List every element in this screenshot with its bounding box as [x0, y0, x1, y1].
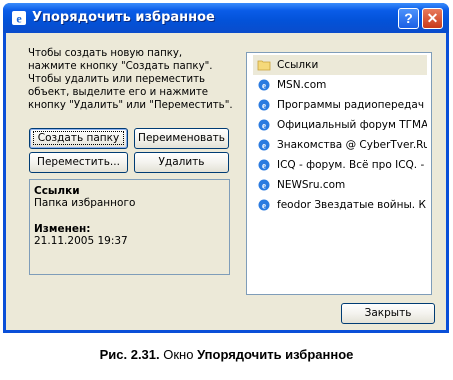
- ie-page-icon: e: [258, 199, 270, 211]
- list-item[interactable]: e Программы радиопередач: [253, 95, 427, 115]
- favorites-app-icon: e: [12, 11, 26, 26]
- instructions-text: Чтобы создать новую папку, нажмите кнопк…: [28, 48, 233, 111]
- list-item[interactable]: e Официальный форум TГМА...: [253, 115, 427, 135]
- caption-title: Упорядочить избранное: [197, 347, 354, 362]
- organize-favorites-window: e Упорядочить избранное ? ✕ Чтобы создат…: [3, 3, 449, 333]
- list-item[interactable]: e ICQ - форум. Всё про ICQ. - ...: [253, 155, 427, 175]
- caption-middle: Окно: [159, 347, 198, 362]
- ie-page-icon: e: [258, 79, 270, 91]
- list-item[interactable]: e NEWSru.com: [253, 175, 427, 195]
- ie-page-icon: e: [258, 119, 270, 131]
- svg-text:e: e: [262, 81, 266, 91]
- svg-text:e: e: [262, 161, 266, 171]
- folder-icon: [257, 60, 271, 71]
- list-item-label: MSN.com: [277, 79, 327, 91]
- help-button[interactable]: ?: [398, 8, 419, 29]
- svg-text:e: e: [262, 101, 266, 111]
- svg-text:e: e: [16, 12, 22, 26]
- window-title: Упорядочить избранное: [32, 10, 215, 25]
- figure-caption: Рис. 2.31. Окно Упорядочить избранное: [0, 347, 453, 362]
- create-folder-button[interactable]: Создать папку: [29, 128, 128, 149]
- list-item[interactable]: e feodor Звездатые войны. К...: [253, 195, 427, 215]
- list-item-label: Ссылки: [277, 59, 319, 71]
- dialog-client-area: Чтобы создать новую папку, нажмите кнопк…: [6, 33, 446, 330]
- ie-page-icon: e: [258, 139, 270, 151]
- close-button[interactable]: Закрыть: [341, 303, 435, 324]
- list-item-links-folder[interactable]: Ссылки: [253, 55, 427, 75]
- item-info-panel: Ссылки Папка избранного Изменен: 21.11.2…: [29, 179, 230, 275]
- list-item-label: Программы радиопередач: [277, 99, 425, 111]
- rename-button[interactable]: Переименовать: [134, 128, 229, 149]
- ie-page-icon: e: [258, 179, 270, 191]
- svg-text:e: e: [262, 141, 266, 151]
- caption-prefix: Рис. 2.31.: [99, 347, 160, 362]
- svg-text:e: e: [262, 121, 266, 131]
- item-type: Папка избранного: [34, 197, 136, 209]
- list-item-label: ICQ - форум. Всё про ICQ. - ...: [277, 159, 427, 171]
- item-name: Ссылки: [34, 185, 80, 197]
- list-item-label: Знакомства @ CyberTver.Ru: [277, 139, 427, 151]
- svg-text:e: e: [262, 201, 266, 211]
- modified-label: Изменен:: [34, 223, 91, 235]
- create-folder-label: Создать папку: [32, 131, 125, 145]
- ie-page-icon: e: [258, 159, 270, 171]
- list-item-label: NEWSru.com: [277, 179, 346, 191]
- svg-text:e: e: [262, 181, 266, 191]
- move-button[interactable]: Переместить...: [29, 152, 128, 173]
- list-item-label: feodor Звездатые войны. К...: [277, 199, 427, 211]
- delete-button[interactable]: Удалить: [134, 152, 229, 173]
- ie-page-icon: e: [258, 99, 270, 111]
- list-item-label: Официальный форум TГМА...: [277, 119, 427, 131]
- modified-value: 21.11.2005 19:37: [34, 235, 128, 247]
- list-item[interactable]: e MSN.com: [253, 75, 427, 95]
- close-window-button[interactable]: ✕: [422, 8, 443, 29]
- favorites-list[interactable]: Ссылки e MSN.com e Программы радиопереда…: [246, 52, 432, 295]
- title-bar[interactable]: e Упорядочить избранное ? ✕: [3, 3, 449, 33]
- list-item[interactable]: e Знакомства @ CyberTver.Ru: [253, 135, 427, 155]
